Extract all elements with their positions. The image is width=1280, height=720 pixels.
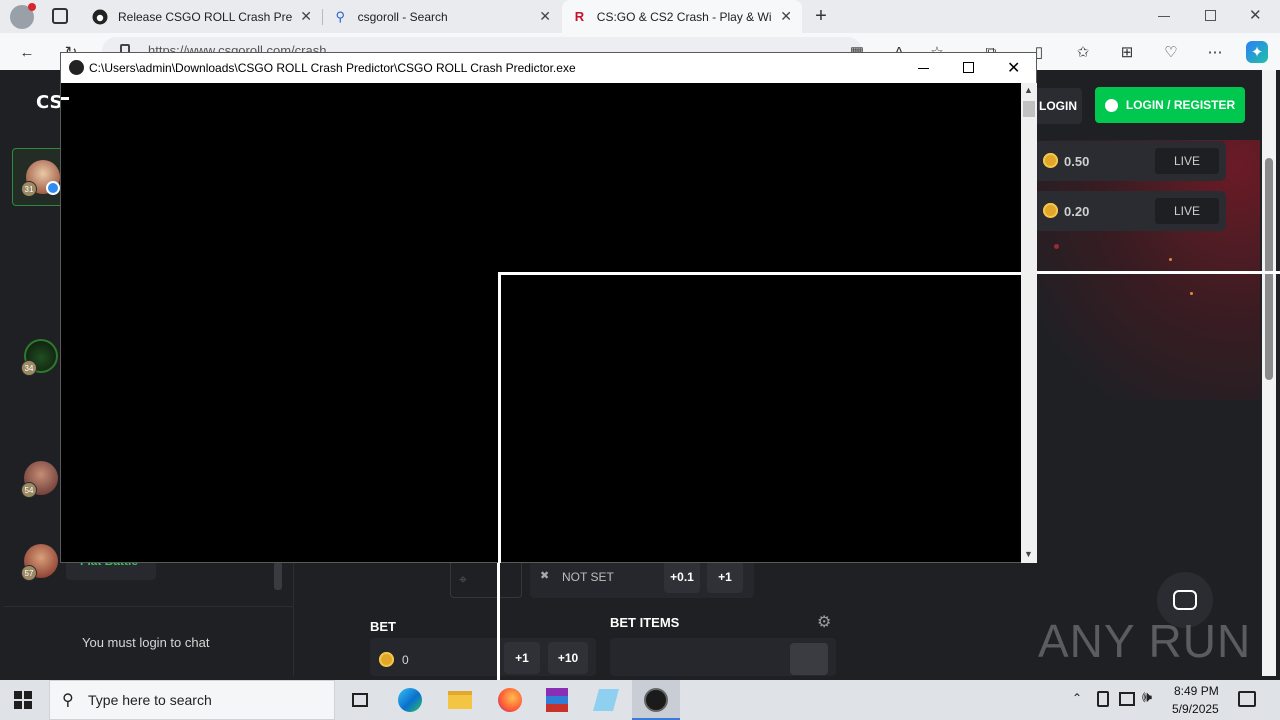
browser-tab-bar: Release CSGO ROLL Crash Predic ✕ ⚲ csgor… [0,0,1280,33]
tray-chevron-icon[interactable]: ⌃ [1072,691,1082,705]
login-button[interactable]: LOGIN [1034,88,1082,124]
winrar-icon[interactable] [537,684,577,716]
chat-scrollbar[interactable] [274,562,282,590]
bet-add-1-button[interactable]: +1 [504,642,540,674]
copilot-icon[interactable]: ✦ [1246,41,1268,63]
level-badge: 34 [21,360,37,376]
login-register-label: LOGIN / REGISTER [1125,98,1236,112]
close-icon[interactable]: ✕ [780,8,792,25]
steam-icon [1104,98,1118,112]
windows-start-icon[interactable] [14,691,32,709]
taskbar-search-placeholder: Type here to search [88,692,212,708]
network-icon[interactable] [1119,692,1135,706]
crosshair-icon: ⌖ [459,571,467,587]
tray-device-icon[interactable] [1097,691,1109,707]
watermark: ANY RUN [1038,615,1252,667]
taskbar-search[interactable]: ⚲ Type here to search [49,680,335,720]
close-icon[interactable]: ✕ [539,8,551,25]
console-title: C:\Users\admin\Downloads\CSGO ROLL Crash… [89,61,576,75]
file-explorer-icon[interactable] [440,684,480,716]
live-badge: LIVE [1155,198,1219,224]
add-1-button[interactable]: +1 [707,561,743,593]
live-bet-amount: 0.20 [1064,204,1090,219]
volume-icon[interactable]: 🕪 [1142,689,1152,707]
console-window[interactable]: C:\Users\admin\Downloads\CSGO ROLL Crash… [60,52,1037,563]
coin-icon [379,652,394,667]
restore-icon[interactable] [1205,10,1216,21]
taskbar: ⚲ Type here to search ⌃ 🕪 8:49 PM 5/9/20… [0,680,1280,720]
console-app-icon [69,60,84,75]
bet-label: BET [370,619,396,634]
new-tab-icon[interactable]: + [810,5,832,27]
particle-dot [1054,244,1059,249]
notepad-icon[interactable] [586,684,626,716]
notifications-icon[interactable] [1238,691,1256,707]
chat-login-notice: You must login to chat [82,635,210,650]
tab-actions-icon[interactable] [52,8,68,24]
csgoroll-logo-icon: R [574,9,585,24]
tab-search[interactable]: ⚲ csgoroll - Search ✕ [323,0,561,33]
site-logo[interactable]: CS [36,92,63,113]
tab-label: csgoroll - Search [357,9,448,24]
maximize-icon[interactable] [963,62,974,73]
auto-cashout-value: NOT SET [562,570,614,584]
tab-label: Release CSGO ROLL Crash Predic [118,9,293,24]
level-badge: 31 [21,181,37,197]
console-cursor [61,97,69,100]
chat-divider [4,606,294,607]
bet-add-10-button[interactable]: +10 [548,642,588,674]
close-window-icon[interactable]: ✕ [1249,6,1262,24]
page-scrollbar-thumb[interactable] [1265,158,1273,380]
particle-dot [1190,292,1193,295]
console-scroll-thumb[interactable] [1023,101,1035,117]
gear-icon[interactable]: ⚙ [817,612,831,632]
live-bet-amount: 0.50 [1064,154,1090,169]
login-register-button[interactable]: LOGIN / REGISTER [1095,87,1245,123]
more-icon[interactable]: ⋯ [1204,41,1226,63]
live-badge: LIVE [1155,148,1219,174]
clock-time[interactable]: 8:49 PM [1174,684,1219,698]
scroll-down-icon[interactable]: ▼ [1024,549,1033,559]
console-title-bar[interactable]: C:\Users\admin\Downloads\CSGO ROLL Crash… [61,53,1036,83]
performance-icon[interactable]: ♡ [1160,41,1182,63]
tab-release[interactable]: Release CSGO ROLL Crash Predic ✕ [82,0,322,33]
firefox-icon[interactable] [490,684,530,716]
coin-icon [1043,203,1058,218]
profile-icon[interactable] [10,3,36,29]
edge-icon[interactable] [390,684,430,716]
clear-icon[interactable]: ✖ [540,569,549,582]
task-view-icon[interactable] [340,684,380,716]
github-icon [92,9,108,25]
console-inner-frame [498,272,1021,275]
level-badge: 54 [21,482,37,498]
close-icon[interactable]: ✕ [300,8,312,25]
favorites-icon[interactable]: ✩ [1072,41,1094,63]
particle-dot [1169,258,1172,261]
crash-predictor-taskbar-icon[interactable] [632,680,680,720]
collections-icon[interactable]: ⊞ [1116,41,1138,63]
bet-items-label: BET ITEMS [610,615,680,630]
minimize-icon[interactable] [1158,16,1170,17]
search-icon: ⚲ [335,8,346,24]
tab-label: CS:GO & CS2 Crash - Play & Wir [596,9,773,24]
tab-crash[interactable]: R CS:GO & CS2 Crash - Play & Wir ✕ [562,0,802,33]
inventory-icon[interactable] [790,643,828,675]
search-icon: ⚲ [62,692,74,709]
minimize-icon[interactable] [918,68,929,69]
bet-amount: 0 [402,653,409,667]
back-icon[interactable]: ← [16,41,38,63]
console-inner-frame-left [498,272,501,563]
level-badge: 57 [21,565,37,581]
scroll-up-icon[interactable]: ▲ [1024,85,1033,95]
target-button[interactable]: ⌖ [450,558,522,598]
console-scrollbar[interactable]: ▲ ▼ [1021,83,1037,563]
close-icon[interactable]: ✕ [1007,58,1020,78]
coin-icon [1043,153,1058,168]
clock-date[interactable]: 5/9/2025 [1172,702,1219,716]
add-0-1-button[interactable]: +0.1 [664,561,700,593]
verified-icon [46,181,60,195]
